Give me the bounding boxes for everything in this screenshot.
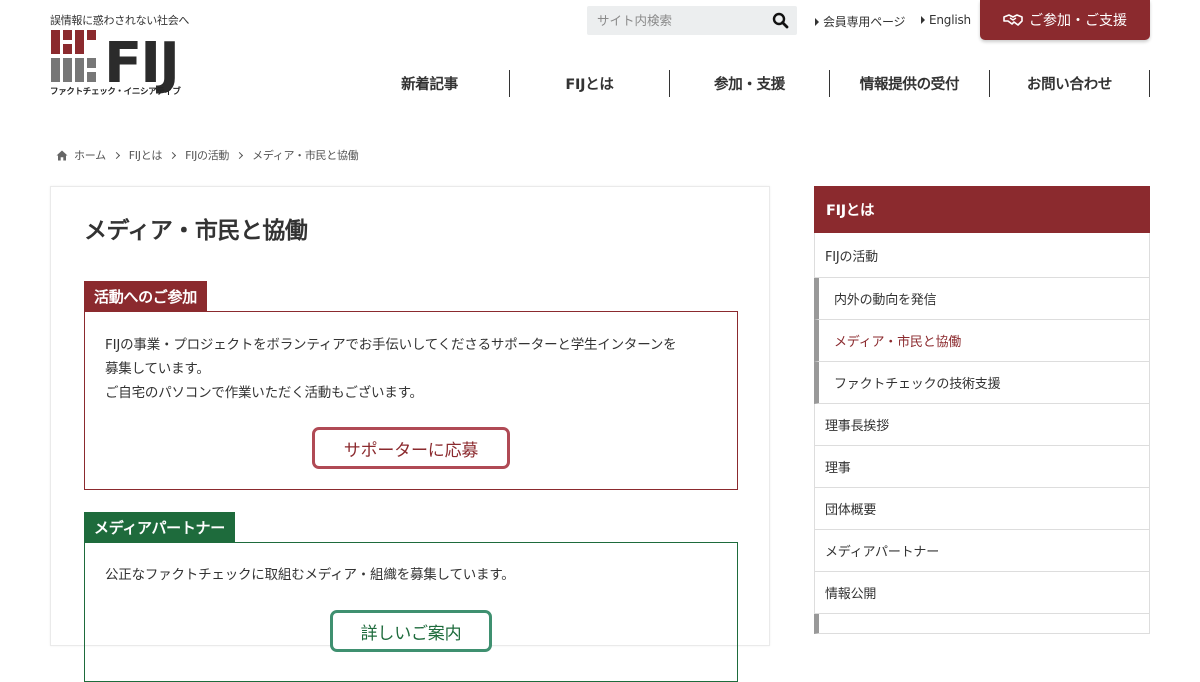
- sidebar-item-media-collaboration[interactable]: メディア・市民と協働: [814, 320, 1150, 362]
- participation-box: FIJの事業・プロジェクトをボランティアでお手伝いしてくださるサポーターと学生イ…: [84, 311, 738, 490]
- media-partner-box: 公正なファクトチェックに取組むメディア・組織を募集しています。 詳しいご案内: [84, 542, 738, 682]
- sidebar-item-organization[interactable]: 団体概要: [814, 488, 1150, 530]
- participation-text: FIJの事業・プロジェクトをボランティアでお手伝いしてくださるサポーターと学生イ…: [105, 337, 677, 401]
- sidebar-item-trends[interactable]: 内外の動向を発信: [814, 278, 1150, 320]
- english-link[interactable]: English: [921, 13, 971, 27]
- sidebar-item-activities[interactable]: FIJの活動: [814, 233, 1150, 278]
- section-heading-media-partner: メディアパートナー: [84, 512, 235, 542]
- details-button[interactable]: 詳しいご案内: [330, 610, 492, 652]
- member-page-link[interactable]: 会員専用ページ: [815, 13, 906, 30]
- search-input[interactable]: [587, 13, 757, 28]
- sidebar-item-chair-greeting[interactable]: 理事長挨拶: [814, 404, 1150, 446]
- sidebar-item-media-partner[interactable]: メディアパートナー: [814, 530, 1150, 572]
- media-partner-text: 公正なファクトチェックに取組むメディア・組織を募集しています。: [105, 567, 515, 583]
- site-search: [587, 6, 797, 35]
- breadcrumb: ホーム FIJとは FIJの活動 メディア・市民と協働: [56, 147, 359, 163]
- caret-right-icon: [815, 17, 819, 26]
- nav-info-submission[interactable]: 情報提供の受付: [830, 70, 990, 97]
- nav-join-support[interactable]: 参加・支援: [670, 70, 830, 97]
- logo-subtitle: ファクトチェック・イニシアティブ: [50, 87, 181, 97]
- caret-right-icon: [921, 16, 925, 24]
- nav-news[interactable]: 新着記事: [350, 70, 510, 97]
- chevron-right-icon: [112, 151, 120, 159]
- site-tagline: 誤情報に惑わされない社会へ: [50, 14, 190, 27]
- sidebar-heading[interactable]: FIJとは: [814, 186, 1150, 233]
- global-nav: 新着記事 FIJとは 参加・支援 情報提供の受付 お問い合わせ: [350, 70, 1150, 97]
- chevron-right-icon: [169, 151, 177, 159]
- breadcrumb-about[interactable]: FIJとは: [129, 147, 163, 163]
- search-icon[interactable]: [772, 12, 789, 29]
- sidebar-item-disclosure[interactable]: 情報公開: [814, 572, 1150, 614]
- main-content: メディア・市民と協働 活動へのご参加 FIJの事業・プロジェクトをボランティアで…: [50, 186, 770, 682]
- sidebar: FIJとは FIJの活動 内外の動向を発信 メディア・市民と協働 ファクトチェッ…: [814, 186, 1150, 634]
- sidebar-item-directors[interactable]: 理事: [814, 446, 1150, 488]
- sidebar-item-tech-support[interactable]: ファクトチェックの技術支援: [814, 362, 1150, 404]
- apply-supporter-button[interactable]: サポーターに応募: [312, 427, 510, 469]
- section-heading-participation: 活動へのご参加: [84, 281, 207, 311]
- sidebar-item-more[interactable]: [814, 614, 1150, 634]
- breadcrumb-current: メディア・市民と協働: [252, 149, 359, 162]
- join-support-button[interactable]: ご参加・ご支援: [980, 0, 1150, 40]
- nav-contact[interactable]: お問い合わせ: [990, 70, 1150, 97]
- breadcrumb-home[interactable]: ホーム: [74, 147, 106, 163]
- handshake-icon: [1003, 14, 1023, 26]
- home-icon: [56, 150, 68, 160]
- nav-about[interactable]: FIJとは: [510, 70, 670, 97]
- breadcrumb-activities[interactable]: FIJの活動: [185, 147, 229, 163]
- chevron-right-icon: [236, 151, 244, 159]
- site-header: 誤情報に惑わされない社会へ FIJ ファクトチェック・イニシアティブ 会員専用ペ…: [0, 0, 1200, 110]
- page-title: メディア・市民と協働: [84, 218, 308, 244]
